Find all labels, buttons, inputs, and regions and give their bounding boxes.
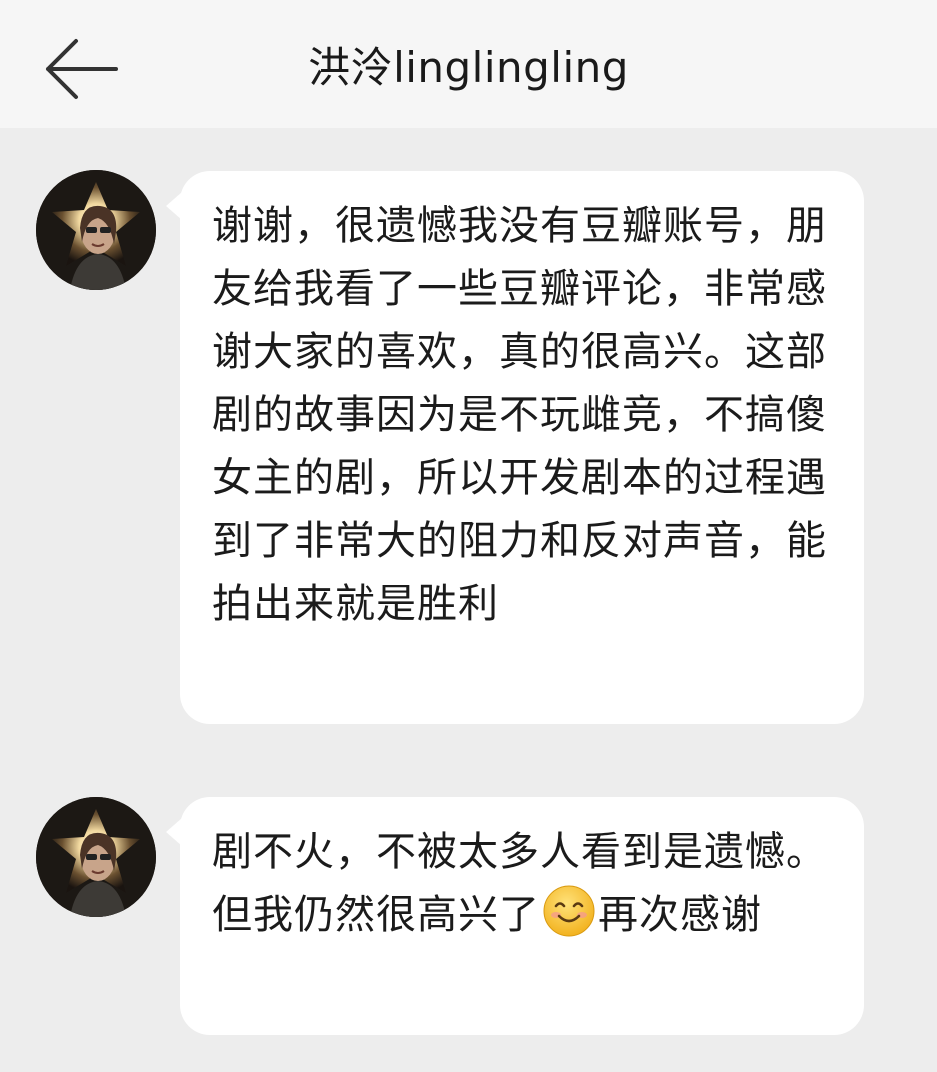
message-text: 再次感谢 (598, 892, 762, 938)
avatar-photo (36, 797, 156, 917)
avatar[interactable] (36, 797, 156, 917)
smiling-face-emoji-icon (542, 884, 596, 938)
message-text: 谢谢，很遗憾我没有豆瓣账号，朋友给我看了一些豆瓣评论，非常感谢大家的喜欢，真的很… (212, 203, 827, 627)
chat-header: 洪泠linglingling (0, 0, 937, 128)
avatar[interactable] (36, 170, 156, 290)
chat-title: 洪泠linglingling (308, 43, 629, 92)
message-bubble[interactable]: 谢谢，很遗憾我没有豆瓣账号，朋友给我看了一些豆瓣评论，非常感谢大家的喜欢，真的很… (180, 171, 864, 724)
message-bubble[interactable]: 剧不火，不被太多人看到是遗憾。但我仍然很高兴了 再次感谢 (180, 797, 864, 1035)
avatar-photo (36, 170, 156, 290)
